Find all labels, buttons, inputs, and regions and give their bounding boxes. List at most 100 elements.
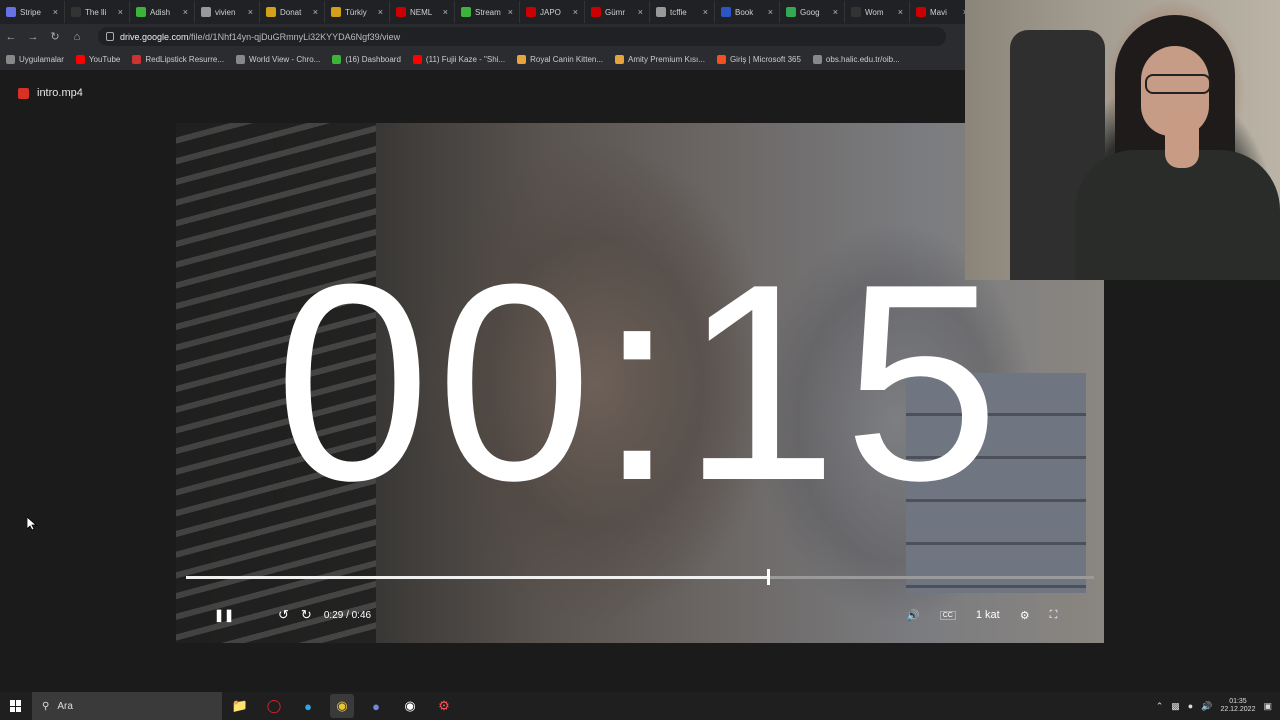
browser-tab[interactable]: The lli × bbox=[65, 1, 130, 23]
person-shirt bbox=[1075, 150, 1280, 280]
url-field[interactable]: drive.google.com /file/d/1Nhf14yn-qjDuGR… bbox=[98, 27, 946, 46]
tab-close-icon[interactable]: × bbox=[768, 7, 773, 17]
bookmark-item[interactable]: YouTube bbox=[70, 55, 126, 64]
tab-label: Gümr bbox=[605, 7, 625, 17]
start-button[interactable] bbox=[0, 692, 32, 720]
tab-close-icon[interactable]: × bbox=[313, 7, 318, 17]
tab-favicon-icon bbox=[526, 7, 536, 17]
tab-label: JAPO bbox=[540, 7, 561, 17]
bookmark-item[interactable]: RedLipstick Resurre... bbox=[126, 55, 230, 64]
tab-strip: Stripe × The lli × Adish × vivien × Donat × Türkiy… bbox=[0, 0, 965, 24]
bookmark-favicon-icon bbox=[812, 55, 822, 64]
browser-tab[interactable]: Gümr × bbox=[585, 1, 650, 23]
browser-tab[interactable]: Stream × bbox=[455, 1, 520, 23]
tab-close-icon[interactable]: × bbox=[508, 7, 513, 17]
tab-close-icon[interactable]: × bbox=[638, 7, 643, 17]
browser-tab[interactable]: tcffie × bbox=[650, 1, 715, 23]
file-title: intro.mp4 bbox=[18, 87, 83, 99]
edge-icon[interactable]: ● bbox=[296, 694, 320, 718]
tab-favicon-icon bbox=[71, 7, 81, 17]
bookmark-item[interactable]: World View - Chro... bbox=[230, 55, 326, 64]
browser-tab[interactable]: vivien × bbox=[195, 1, 260, 23]
discord-icon[interactable]: ● bbox=[364, 694, 388, 718]
obs-icon[interactable]: ◉ bbox=[398, 694, 422, 718]
speed-button[interactable]: 1 kat bbox=[976, 609, 1000, 621]
reload-icon[interactable]: ↻ bbox=[44, 30, 66, 43]
tab-close-icon[interactable]: × bbox=[703, 7, 708, 17]
time-separator: / bbox=[346, 609, 349, 621]
tab-close-icon[interactable]: × bbox=[248, 7, 253, 17]
forward-arrow-icon[interactable]: → bbox=[22, 31, 44, 43]
settings-gear-icon[interactable]: ⚙ bbox=[1020, 609, 1030, 622]
tab-close-icon[interactable]: × bbox=[573, 7, 578, 17]
player-right-controls: 🔊 CC 1 kat ⚙ ⛶ bbox=[906, 601, 1057, 629]
bookmark-item[interactable]: Royal Canin Kitten... bbox=[511, 55, 609, 64]
clock[interactable]: 01:35 22.12.2022 bbox=[1220, 698, 1255, 715]
tab-label: NEML bbox=[410, 7, 433, 17]
notifications-icon[interactable]: ▣ bbox=[1263, 701, 1272, 712]
tab-close-icon[interactable]: × bbox=[898, 7, 903, 17]
bookmark-item[interactable]: Uygulamalar bbox=[0, 55, 70, 64]
app-icon[interactable]: ⚙ bbox=[432, 694, 456, 718]
glasses bbox=[1145, 74, 1211, 94]
bookmark-item[interactable]: Amity Premium Kısı... bbox=[609, 55, 711, 64]
seek-handle[interactable] bbox=[767, 569, 771, 585]
bookmark-item[interactable]: Giriş | Microsoft 365 bbox=[711, 55, 807, 64]
tab-close-icon[interactable]: × bbox=[833, 7, 838, 17]
bookmark-label: YouTube bbox=[88, 55, 121, 64]
bookmark-item[interactable]: obs.halic.edu.tr/oib... bbox=[807, 55, 906, 64]
seek-controls: ↺ ↻ 0:29 / 0:46 bbox=[278, 601, 371, 629]
back-arrow-icon[interactable]: ← bbox=[0, 31, 22, 43]
browser-tab[interactable]: Book × bbox=[715, 1, 780, 23]
speaker-icon[interactable]: 🔊 bbox=[1201, 701, 1212, 712]
forward-10-icon[interactable]: ↻ bbox=[301, 607, 312, 623]
tab-label: Stream bbox=[475, 7, 501, 17]
rewind-10-icon[interactable]: ↺ bbox=[278, 607, 289, 623]
tab-favicon-icon bbox=[786, 7, 796, 17]
fullscreen-icon[interactable]: ⛶ bbox=[1050, 609, 1058, 622]
tab-favicon-icon bbox=[461, 7, 471, 17]
browser-tab[interactable]: NEML × bbox=[390, 1, 455, 23]
duration: 0:46 bbox=[351, 609, 372, 621]
browser-tab[interactable]: Donat × bbox=[260, 1, 325, 23]
bookmark-favicon-icon bbox=[6, 55, 15, 64]
tab-close-icon[interactable]: × bbox=[183, 7, 188, 17]
browser-tab[interactable]: Mavi× bbox=[910, 1, 965, 23]
tab-label: Stripe bbox=[20, 7, 41, 17]
tab-label: Türkiy bbox=[345, 7, 367, 17]
tab-close-icon[interactable]: × bbox=[443, 7, 448, 17]
tab-label: Donat bbox=[280, 7, 302, 17]
volume-icon[interactable]: 🔊 bbox=[906, 609, 920, 622]
bookmark-item[interactable]: (16) Dashboard bbox=[326, 55, 407, 64]
chrome-icon[interactable]: ◉ bbox=[330, 694, 354, 718]
chevron-up-icon[interactable]: ⌃ bbox=[1156, 701, 1164, 712]
tab-close-icon[interactable]: × bbox=[378, 7, 383, 17]
tab-favicon-icon bbox=[266, 7, 276, 17]
browser-tab[interactable]: Adish × bbox=[130, 1, 195, 23]
tab-close-icon[interactable]: × bbox=[53, 7, 58, 17]
home-icon[interactable]: ⌂ bbox=[66, 31, 88, 43]
bookmark-label: Amity Premium Kısı... bbox=[628, 55, 705, 64]
tab-favicon-icon bbox=[396, 7, 406, 17]
seek-bar-played bbox=[186, 576, 768, 579]
network-icon[interactable]: ▩ bbox=[1171, 701, 1180, 712]
browser-tab[interactable]: Wom × bbox=[845, 1, 910, 23]
pause-button[interactable]: ❚❚ bbox=[204, 601, 244, 629]
bookmark-favicon-icon bbox=[236, 55, 246, 64]
bookmarks-bar: Uygulamalar YouTube RedLipstick Resurre...… bbox=[0, 49, 965, 71]
bookmark-item[interactable]: (11) Fujii Kaze - "Shi... bbox=[407, 55, 511, 64]
taskbar-search[interactable]: ⚲ Ara bbox=[32, 692, 222, 720]
microphone-icon[interactable]: ● bbox=[1188, 701, 1193, 711]
bookmark-favicon-icon bbox=[412, 55, 422, 64]
browser-tab[interactable]: Türkiy × bbox=[325, 1, 390, 23]
tab-close-icon[interactable]: × bbox=[118, 7, 123, 17]
opera-icon[interactable]: ◯ bbox=[262, 694, 286, 718]
file-explorer-icon[interactable]: 📁 bbox=[228, 694, 252, 718]
browser-tab[interactable]: JAPO × bbox=[520, 1, 585, 23]
seek-bar[interactable] bbox=[186, 569, 1094, 585]
address-bar-row: ← → ↻ ⌂ drive.google.com /file/d/1Nhf14y… bbox=[0, 24, 965, 49]
browser-tab[interactable]: Goog × bbox=[780, 1, 845, 23]
browser-tab[interactable]: Stripe × bbox=[0, 1, 65, 23]
captions-icon[interactable]: CC bbox=[939, 610, 956, 620]
tab-favicon-icon bbox=[721, 7, 731, 17]
